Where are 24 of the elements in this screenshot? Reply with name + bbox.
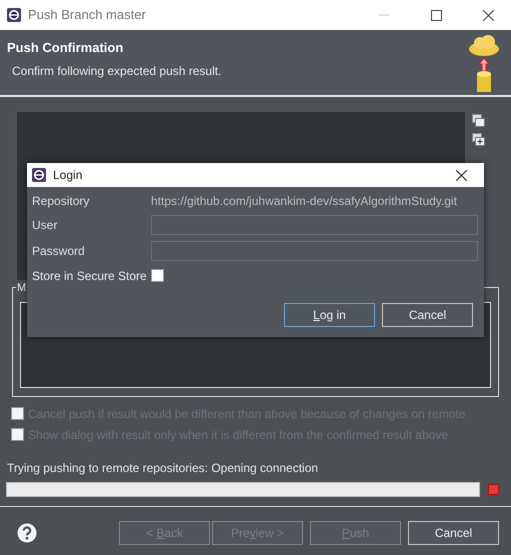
checkbox[interactable] [150, 269, 164, 282]
field-label: Password [32, 243, 86, 260]
app-icon [6, 7, 22, 23]
app-icon [31, 167, 47, 183]
field-label: Store in Secure Store [32, 268, 147, 284]
page-title: Push Confirmation [7, 39, 124, 57]
input-field[interactable] [151, 215, 478, 235]
window-title: Push Branch master [28, 6, 147, 24]
collapse-all-icon[interactable] [472, 114, 485, 127]
close-button[interactable] [482, 10, 494, 20]
page-description: Confirm following expected push result. [12, 62, 222, 80]
dialog-button[interactable]: Cancel [382, 303, 473, 327]
dialog-title: Login [53, 167, 84, 184]
help-icon[interactable] [17, 523, 37, 543]
status-message: Trying pushing to remote repositories: Opening connection [7, 460, 320, 477]
field-label: User [32, 217, 58, 234]
wizard-button[interactable]: Cancel [408, 521, 499, 545]
maximize-button[interactable] [430, 10, 442, 20]
field-label: Repository [32, 192, 90, 210]
close-button[interactable] [456, 170, 466, 180]
input-field[interactable] [151, 241, 478, 261]
expand-all-icon[interactable] [472, 133, 485, 146]
repository-url: https://github.com/juhwankim-dev/ssafyAlgorithmStudy.git [151, 192, 457, 210]
dialog-button[interactable]: Log in [284, 303, 375, 327]
